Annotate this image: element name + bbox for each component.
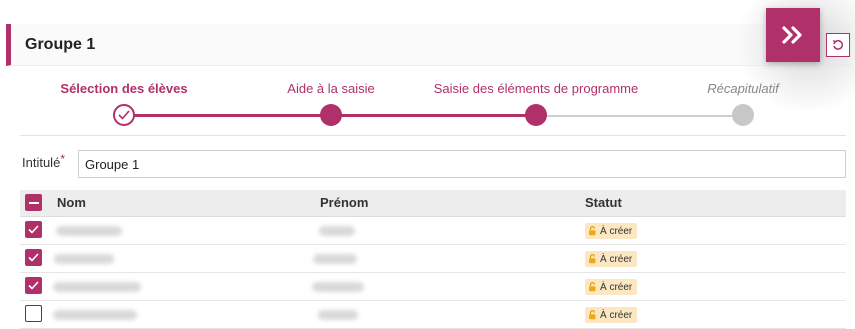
- status-label: À créer: [600, 253, 633, 265]
- next-step-button[interactable]: [766, 8, 820, 62]
- status-badge: À créer: [585, 279, 638, 295]
- column-header-nom[interactable]: Nom: [57, 195, 86, 210]
- step-label-aide[interactable]: Aide à la saisie: [287, 81, 374, 96]
- select-all-checkbox[interactable]: [25, 194, 42, 211]
- check-icon: [28, 225, 39, 234]
- double-chevron-right-icon: [782, 26, 802, 44]
- table-header: Nom Prénom Statut: [20, 190, 846, 217]
- check-icon: [118, 110, 130, 120]
- students-table: Nom Prénom Statut À créer À créer À crée…: [20, 190, 846, 329]
- status-badge: À créer: [585, 223, 638, 239]
- group-title: Groupe 1: [25, 36, 96, 53]
- table-row[interactable]: À créer: [20, 217, 846, 245]
- step-dot-selection[interactable]: [113, 104, 135, 126]
- intitule-label-text: Intitulé: [22, 155, 61, 170]
- blurred-nom: [53, 282, 141, 292]
- blurred-prenom: [312, 282, 364, 292]
- row-checkbox[interactable]: [25, 221, 42, 238]
- row-checkbox[interactable]: [25, 249, 42, 266]
- blurred-prenom: [313, 254, 357, 264]
- step-dot-saisie[interactable]: [525, 104, 547, 126]
- reset-button[interactable]: [826, 33, 850, 57]
- step-dot-recapitulatif[interactable]: [732, 104, 754, 126]
- table-row[interactable]: À créer: [20, 245, 846, 273]
- step-label-selection[interactable]: Sélection des élèves: [60, 81, 187, 96]
- blurred-prenom: [318, 310, 358, 320]
- step-dot-aide[interactable]: [320, 104, 342, 126]
- check-icon: [28, 253, 39, 262]
- group-header: Groupe 1: [6, 24, 851, 66]
- undo-icon: [832, 39, 843, 50]
- row-checkbox[interactable]: [25, 305, 42, 322]
- check-icon: [28, 281, 39, 290]
- required-mark: *: [60, 152, 65, 166]
- intitule-input[interactable]: [78, 150, 846, 178]
- blurred-prenom: [319, 226, 355, 236]
- divider: [20, 135, 846, 136]
- status-label: À créer: [600, 225, 633, 237]
- column-header-statut[interactable]: Statut: [585, 195, 622, 210]
- step-label-recapitulatif[interactable]: Récapitulatif: [707, 81, 779, 96]
- status-label: À créer: [600, 309, 633, 321]
- unlock-icon: [589, 254, 596, 264]
- step-connector-pending: [531, 115, 743, 117]
- blurred-nom: [53, 310, 137, 320]
- unlock-icon: [589, 310, 596, 320]
- status-badge: À créer: [585, 251, 638, 267]
- status-label: À créer: [600, 281, 633, 293]
- group-panel: Groupe 1 Sélection des élèves Aide à la …: [0, 0, 855, 329]
- blurred-nom: [56, 226, 122, 236]
- unlock-icon: [589, 282, 596, 292]
- table-row[interactable]: À créer: [20, 301, 846, 329]
- blurred-nom: [54, 254, 114, 264]
- step-label-saisie[interactable]: Saisie des éléments de programme: [434, 81, 639, 96]
- row-checkbox[interactable]: [25, 277, 42, 294]
- column-header-prenom[interactable]: Prénom: [320, 195, 368, 210]
- unlock-icon: [589, 226, 596, 236]
- table-row[interactable]: À créer: [20, 273, 846, 301]
- intitule-label: Intitulé*: [22, 152, 65, 170]
- minus-icon: [28, 201, 39, 204]
